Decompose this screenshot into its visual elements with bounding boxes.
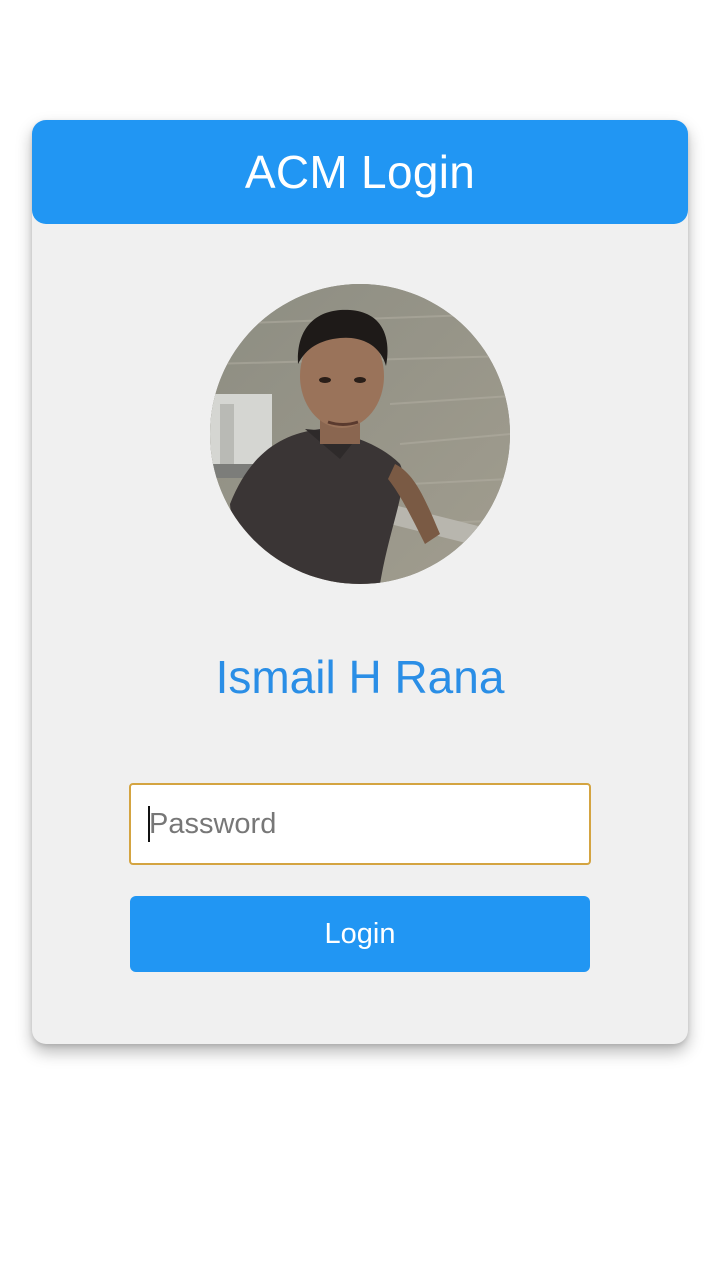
login-card: ACM Login Ismail H Rana Login — [32, 120, 688, 1044]
page-title: ACM Login — [244, 146, 476, 198]
login-button[interactable]: Login — [130, 896, 590, 972]
user-name: Ismail H Rana — [215, 651, 505, 703]
user-photo-icon — [210, 284, 510, 584]
avatar — [210, 284, 510, 584]
text-cursor — [148, 806, 150, 842]
card-header: ACM Login — [32, 120, 688, 224]
password-input[interactable] — [129, 783, 591, 865]
